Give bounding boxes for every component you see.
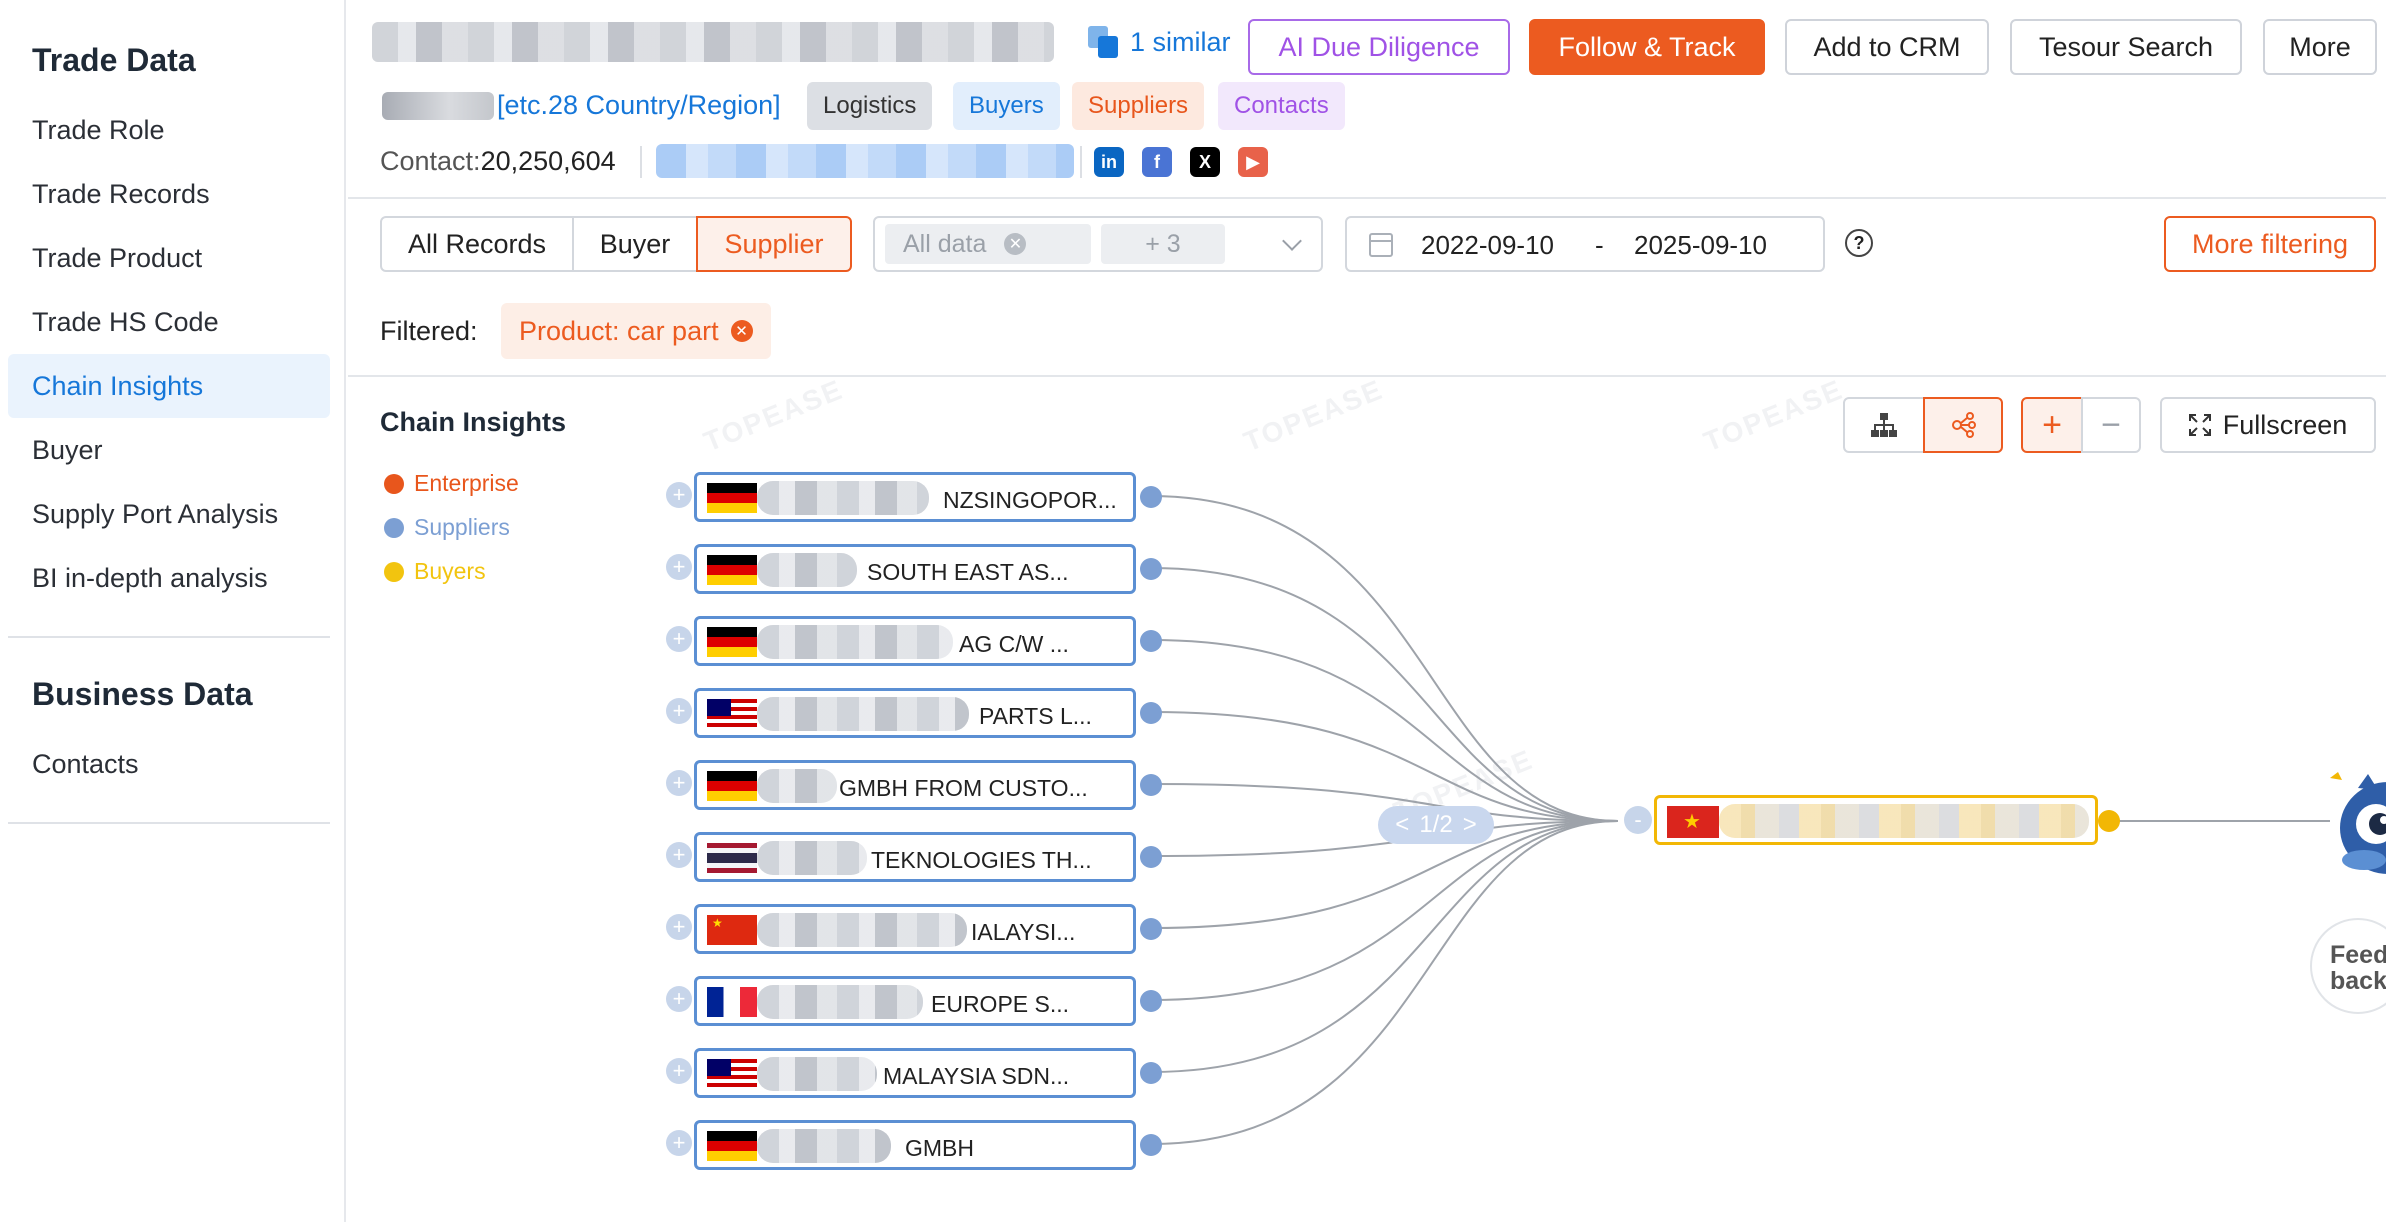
name-redacted bbox=[757, 769, 837, 803]
supplier-node[interactable]: EUROPE S... bbox=[694, 976, 1136, 1026]
name-redacted bbox=[757, 553, 857, 587]
pagination: < 1/2 > bbox=[1378, 806, 1494, 844]
germany-flag-icon bbox=[707, 771, 757, 801]
node-port bbox=[2098, 810, 2120, 832]
thailand-flag-icon bbox=[707, 843, 757, 873]
expand-node-button[interactable]: + bbox=[666, 626, 692, 652]
prev-page-button[interactable]: < bbox=[1395, 811, 1409, 839]
supplier-node[interactable]: GMBH bbox=[694, 1120, 1136, 1170]
node-port bbox=[1140, 486, 1162, 508]
supplier-node[interactable]: GMBH FROM CUSTO... bbox=[694, 760, 1136, 810]
malaysia-flag-icon bbox=[707, 1059, 757, 1089]
supplier-name: GMBH FROM CUSTO... bbox=[839, 775, 1088, 801]
name-redacted bbox=[757, 625, 953, 659]
page-indicator: 1/2 bbox=[1419, 811, 1453, 838]
chain-connectors bbox=[1150, 495, 2330, 1145]
supplier-name: MALAYSIA SDN... bbox=[883, 1063, 1070, 1089]
expand-node-button[interactable]: + bbox=[666, 698, 692, 724]
germany-flag-icon bbox=[707, 1131, 757, 1161]
name-redacted bbox=[757, 697, 969, 731]
supplier-node[interactable]: SOUTH EAST AS... bbox=[694, 544, 1136, 594]
name-redacted bbox=[757, 1129, 891, 1163]
node-port bbox=[1140, 846, 1162, 868]
supplier-name: IALAYSI... bbox=[971, 919, 1076, 945]
expand-node-button[interactable]: + bbox=[666, 482, 692, 508]
connector-line bbox=[1150, 567, 1619, 822]
name-redacted bbox=[757, 841, 867, 875]
assistant-mascot-icon[interactable] bbox=[2318, 768, 2386, 878]
expand-node-button[interactable]: + bbox=[666, 842, 692, 868]
germany-flag-icon bbox=[707, 555, 757, 585]
next-page-button[interactable]: > bbox=[1463, 811, 1477, 839]
supplier-node[interactable]: AG C/W ... bbox=[694, 616, 1136, 666]
supplier-name: PARTS L... bbox=[979, 703, 1092, 729]
supplier-name: TEKNOLOGIES TH... bbox=[871, 847, 1092, 873]
expand-node-button[interactable]: + bbox=[666, 1058, 692, 1084]
supplier-node[interactable]: PARTS L... bbox=[694, 688, 1136, 738]
expand-node-button[interactable]: + bbox=[666, 986, 692, 1012]
supplier-node[interactable]: TEKNOLOGIES TH... bbox=[694, 832, 1136, 882]
node-port bbox=[1140, 990, 1162, 1012]
connector-line bbox=[1150, 639, 1619, 822]
expand-node-button[interactable]: + bbox=[666, 554, 692, 580]
node-port bbox=[1140, 774, 1162, 796]
node-port bbox=[1140, 558, 1162, 580]
name-redacted bbox=[757, 985, 923, 1019]
name-redacted bbox=[757, 481, 929, 515]
name-redacted bbox=[757, 913, 967, 947]
expand-node-button[interactable]: + bbox=[666, 914, 692, 940]
connector-line bbox=[1150, 820, 1619, 1073]
node-port bbox=[1140, 702, 1162, 724]
malaysia-flag-icon bbox=[707, 699, 757, 729]
name-redacted bbox=[1719, 804, 2089, 838]
supplier-name: NZSINGOPOR... bbox=[943, 487, 1117, 513]
connector-line bbox=[1150, 820, 1619, 1001]
germany-flag-icon bbox=[707, 627, 757, 657]
supplier-node[interactable]: MALAYSIA SDN... bbox=[694, 1048, 1136, 1098]
node-port bbox=[1140, 1062, 1162, 1084]
supplier-name: EUROPE S... bbox=[931, 991, 1070, 1017]
node-port bbox=[1140, 1134, 1162, 1156]
supplier-name: SOUTH EAST AS... bbox=[867, 559, 1069, 585]
france-flag-icon bbox=[707, 987, 757, 1017]
expand-node-button[interactable]: + bbox=[666, 770, 692, 796]
name-redacted bbox=[757, 1057, 877, 1091]
vietnam-flag-icon: ★ bbox=[1667, 806, 1719, 838]
china-flag-icon: ★ bbox=[707, 915, 757, 945]
supplier-node[interactable]: NZSINGOPOR... bbox=[694, 472, 1136, 522]
germany-flag-icon bbox=[707, 483, 757, 513]
node-port bbox=[1140, 630, 1162, 652]
node-port bbox=[1140, 918, 1162, 940]
supplier-name: AG C/W ... bbox=[959, 631, 1069, 657]
expand-node-button[interactable]: + bbox=[666, 1130, 692, 1156]
supplier-node[interactable]: ★ IALAYSI... bbox=[694, 904, 1136, 954]
collapse-node-button[interactable]: - bbox=[1624, 806, 1652, 834]
enterprise-node[interactable]: ★ bbox=[1654, 795, 2098, 845]
supplier-name: GMBH bbox=[905, 1135, 974, 1161]
